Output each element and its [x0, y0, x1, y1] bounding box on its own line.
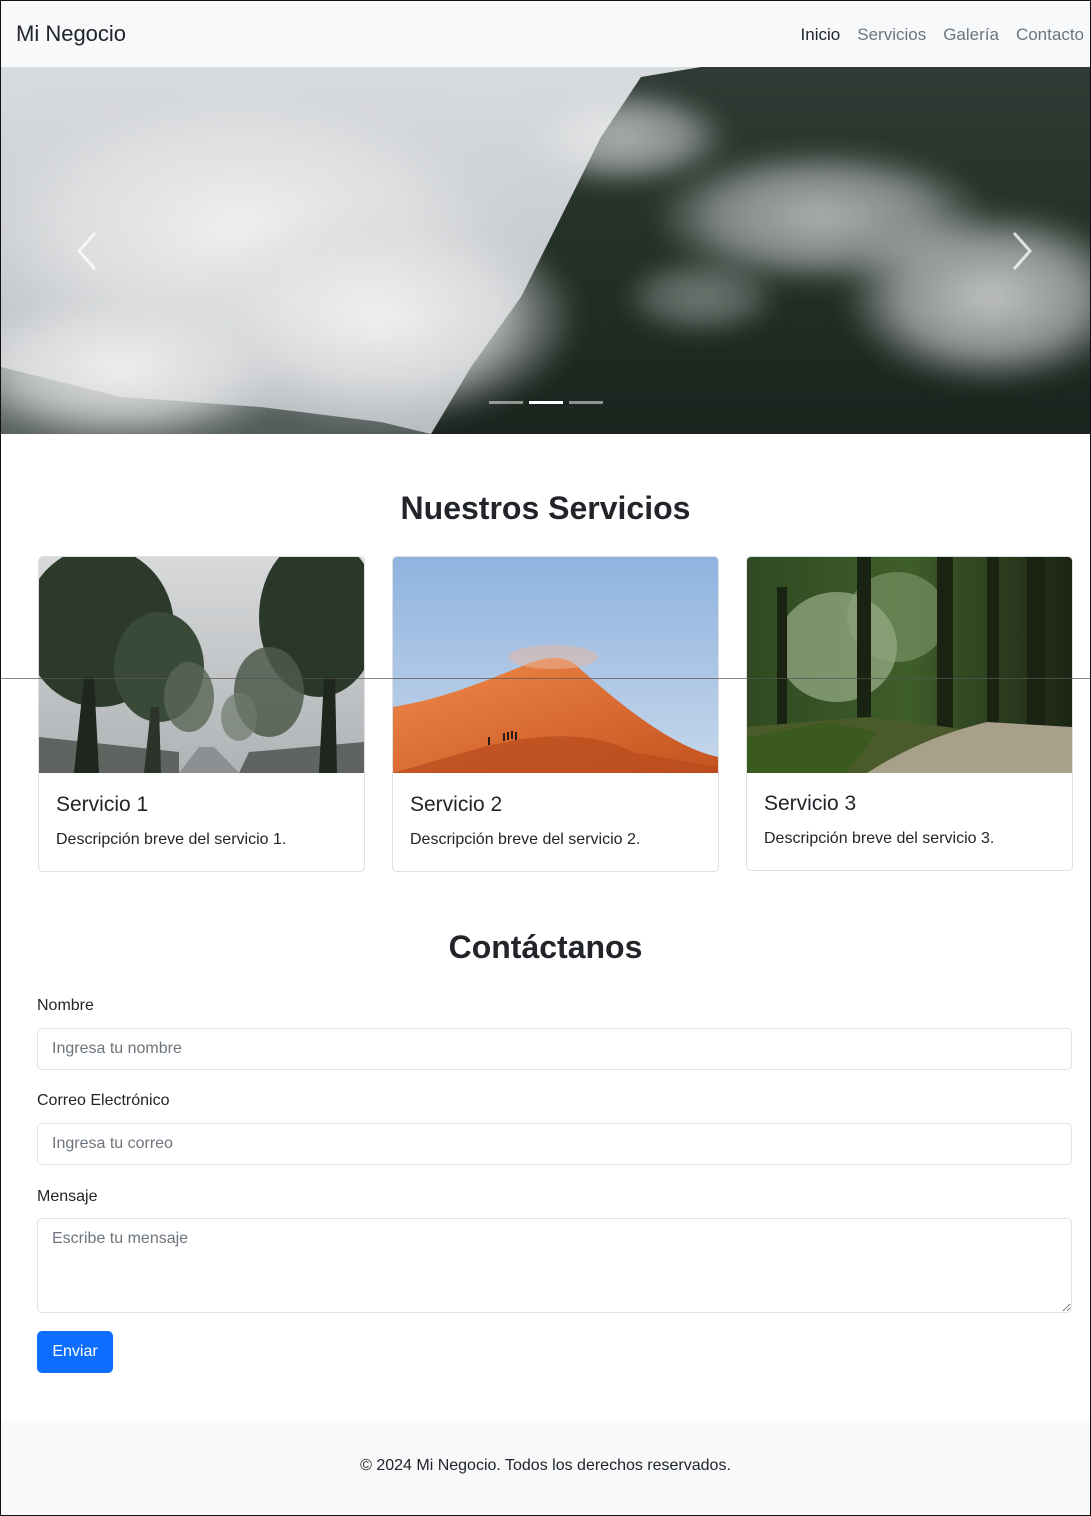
- card-image-forest-path: [747, 557, 1072, 773]
- card-text: Descripción breve del servicio 3.: [764, 830, 995, 847]
- footer-copyright: © 2024 Mi Negocio. Todos los derechos re…: [360, 1457, 731, 1474]
- chevron-right-icon: [1012, 232, 1033, 270]
- carousel-indicators: [1, 401, 1090, 404]
- nav-link-servicios[interactable]: Servicios: [857, 25, 926, 45]
- carousel-image-misty-mountain: [1, 67, 1090, 434]
- email-label: Correo Electrónico: [37, 1092, 170, 1109]
- footer: © 2024 Mi Negocio. Todos los derechos re…: [1, 1421, 1090, 1515]
- card-image-tree-road: [39, 557, 364, 773]
- card-title: Servicio 3: [764, 792, 857, 815]
- contact-heading: Contáctanos: [448, 929, 643, 965]
- services-heading: Nuestros Servicios: [400, 490, 691, 526]
- nav-link-contacto[interactable]: Contacto: [1016, 25, 1084, 45]
- hero-carousel: [1, 67, 1090, 434]
- card-title: Servicio 1: [56, 793, 149, 816]
- email-input[interactable]: [37, 1123, 1072, 1165]
- page: Mi Negocio Inicio Servicios Galería Cont…: [0, 0, 1091, 1516]
- nav-links: Inicio Servicios Galería Contacto: [801, 25, 1084, 45]
- service-card-1: Servicio 1 Descripción breve del servici…: [38, 556, 365, 872]
- brand-link[interactable]: Mi Negocio: [16, 21, 126, 47]
- nav-link-galeria[interactable]: Galería: [943, 25, 999, 45]
- carousel-next-button[interactable]: [1002, 227, 1042, 275]
- card-text: Descripción breve del servicio 1.: [56, 831, 287, 848]
- message-textarea[interactable]: [37, 1218, 1072, 1313]
- navbar: Mi Negocio Inicio Servicios Galería Cont…: [1, 1, 1090, 67]
- chevron-left-icon: [76, 232, 97, 270]
- submit-button[interactable]: Enviar: [37, 1331, 113, 1373]
- name-input[interactable]: [37, 1028, 1072, 1070]
- message-label: Mensaje: [37, 1188, 98, 1205]
- card-text: Descripción breve del servicio 2.: [410, 831, 641, 848]
- horizontal-rule: [1, 678, 1090, 679]
- card-title: Servicio 2: [410, 793, 503, 816]
- carousel-prev-button[interactable]: [67, 227, 107, 275]
- name-label: Nombre: [37, 997, 94, 1014]
- carousel-indicator[interactable]: [568, 401, 603, 404]
- card-image-desert-dune: [393, 557, 718, 773]
- service-card-3: Servicio 3 Descripción breve del servici…: [746, 556, 1073, 871]
- nav-link-inicio[interactable]: Inicio: [801, 25, 841, 45]
- service-card-2: Servicio 2 Descripción breve del servici…: [392, 556, 719, 872]
- carousel-indicator[interactable]: [488, 401, 523, 404]
- carousel-indicator[interactable]: [528, 401, 563, 404]
